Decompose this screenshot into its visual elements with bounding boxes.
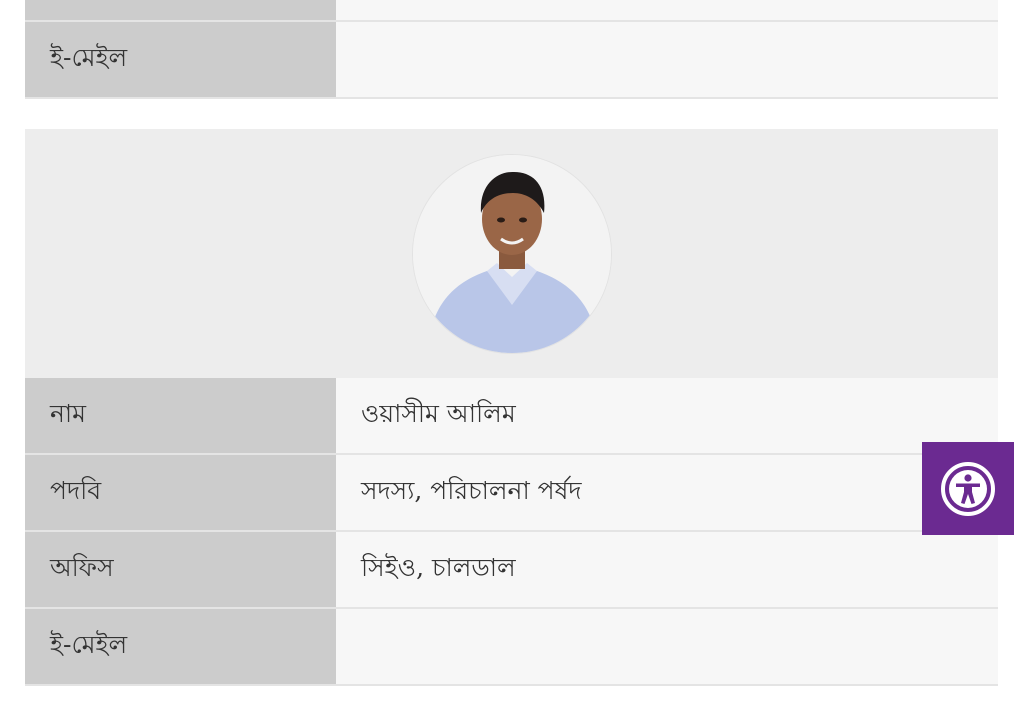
previous-member-table: ই-মেইল bbox=[25, 0, 998, 99]
name-label: নাম bbox=[25, 378, 336, 453]
designation-value: সদস্য, পরিচালনা পর্ষদ bbox=[336, 455, 998, 530]
office-value: সিইও, চালডাল bbox=[336, 532, 998, 607]
designation-label: পদবি bbox=[25, 455, 336, 530]
field-value bbox=[336, 0, 998, 20]
photo-row bbox=[25, 129, 998, 378]
name-value: ওয়াসীম আলিম bbox=[336, 378, 998, 453]
email-value bbox=[336, 609, 998, 684]
member-photo bbox=[411, 153, 612, 354]
member-card: নাম ওয়াসীম আলিম পদবি সদস্য, পরিচালনা পর… bbox=[25, 129, 998, 686]
email-value bbox=[336, 22, 998, 97]
email-label: ই-মেইল bbox=[25, 609, 336, 684]
table-row: ই-মেইল bbox=[25, 22, 998, 99]
table-row: অফিস সিইও, চালডাল bbox=[25, 532, 998, 609]
table-row bbox=[25, 0, 998, 22]
accessibility-button[interactable] bbox=[922, 442, 1014, 535]
table-row: ই-মেইল bbox=[25, 609, 998, 686]
field-label bbox=[25, 0, 336, 20]
table-row: নাম ওয়াসীম আলিম bbox=[25, 378, 998, 455]
office-label: অফিস bbox=[25, 532, 336, 607]
email-label: ই-মেইল bbox=[25, 22, 336, 97]
accessibility-icon bbox=[941, 461, 995, 516]
table-row: পদবি সদস্য, পরিচালনা পর্ষদ bbox=[25, 455, 998, 532]
